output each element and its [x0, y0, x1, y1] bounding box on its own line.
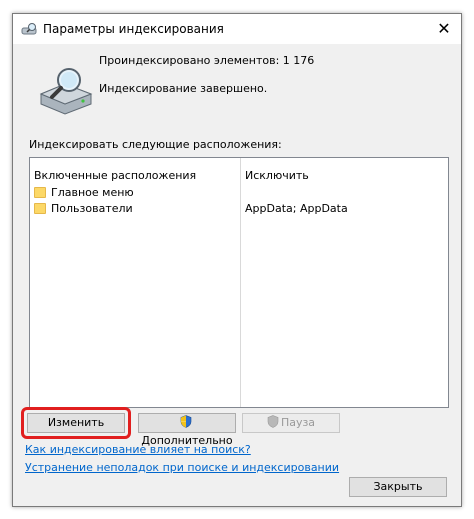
header-exclude[interactable]: Исключить	[245, 169, 309, 182]
shield-icon	[180, 415, 192, 428]
modify-button[interactable]: Изменить	[27, 413, 125, 433]
close-icon[interactable]: ✕	[427, 14, 461, 44]
indexed-count: Проиндексировано элементов: 1 176	[99, 54, 315, 67]
list-item[interactable]: Главное меню	[34, 186, 234, 200]
location-name: Главное меню	[51, 186, 134, 199]
column-divider	[240, 158, 241, 407]
pause-button: Пауза	[242, 413, 340, 433]
indexing-state: Индексирование завершено.	[99, 82, 268, 95]
indexing-options-window: Параметры индексирования ✕ Проиндексиров…	[12, 13, 462, 507]
locations-label: Индексировать следующие расположения:	[29, 138, 282, 151]
exclude-value: AppData; AppData	[245, 202, 348, 215]
shield-icon	[267, 415, 279, 428]
indexing-icon	[21, 23, 37, 35]
advanced-button[interactable]: Дополнительно	[138, 413, 236, 447]
indexing-drive-icon	[39, 68, 93, 115]
list-item[interactable]: Пользователи	[34, 202, 234, 216]
title-bar: Параметры индексирования ✕	[13, 14, 461, 44]
pause-label: Пауза	[280, 416, 316, 429]
window-title: Параметры индексирования	[43, 22, 224, 36]
close-button[interactable]: Закрыть	[349, 477, 447, 497]
folder-icon	[34, 203, 46, 214]
how-indexing-affects-link[interactable]: Как индексирование влияет на поиск?	[25, 443, 251, 456]
header-included[interactable]: Включенные расположения	[34, 169, 196, 182]
location-name: Пользователи	[51, 202, 133, 215]
locations-list[interactable]: Включенные расположения Исключить Главно…	[29, 157, 449, 408]
troubleshoot-link[interactable]: Устранение неполадок при поиске и индекс…	[25, 461, 339, 474]
folder-icon	[34, 187, 46, 198]
